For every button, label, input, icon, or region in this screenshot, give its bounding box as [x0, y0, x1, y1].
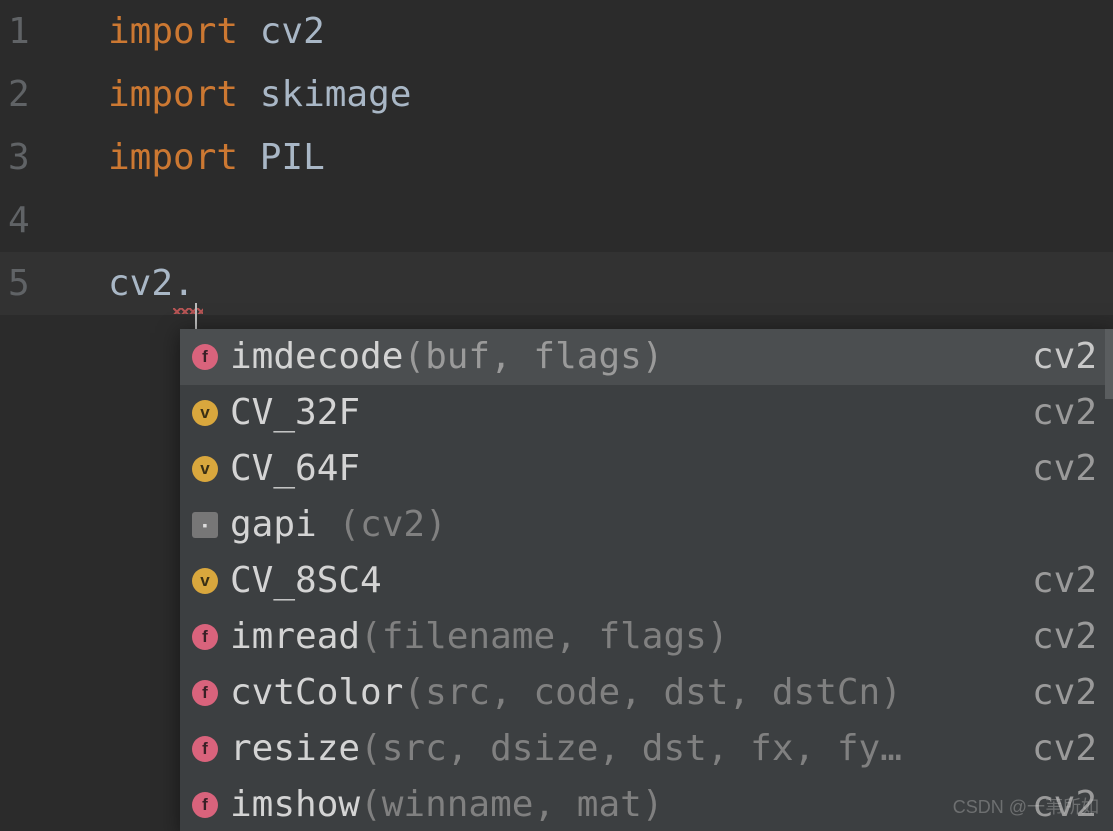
code-line[interactable]: 2 import skimage [0, 63, 1113, 126]
line-number: 5 [0, 252, 60, 315]
autocomplete-item[interactable]: v CV_64F cv2 [180, 441, 1113, 497]
completion-name: CV_32F [230, 385, 360, 441]
completion-name: resize [230, 721, 360, 777]
module-icon: ▪ [192, 512, 218, 538]
completion-origin: cv2 [1032, 441, 1097, 497]
completion-name: imread [230, 609, 360, 665]
autocomplete-popup[interactable]: f imdecode(buf, flags) cv2 v CV_32F cv2 v CV_64… [180, 329, 1113, 831]
code-line[interactable]: 3 import PIL [0, 126, 1113, 189]
completion-params: (src, code, dst, dstCn) [403, 665, 902, 721]
completion-params: (filename, flags) [360, 609, 728, 665]
completion-name: imshow [230, 777, 360, 831]
completion-origin: cv2 [1032, 609, 1097, 665]
var-icon: v [192, 456, 218, 482]
completion-name: CV_8SC4 [230, 553, 382, 609]
autocomplete-item[interactable]: v CV_32F cv2 [180, 385, 1113, 441]
var-icon: v [192, 400, 218, 426]
func-icon: f [192, 792, 218, 818]
completion-origin: cv2 [1032, 553, 1097, 609]
completion-params: (cv2) [317, 497, 447, 553]
autocomplete-item[interactable]: fimread(filename, flags) cv2 [180, 609, 1113, 665]
popup-scrollbar[interactable] [1105, 329, 1113, 399]
var-icon: v [192, 568, 218, 594]
line-number: 1 [0, 0, 60, 63]
error-squiggle: . [173, 263, 195, 304]
line-number: 3 [0, 126, 60, 189]
completion-name: imdecode [230, 329, 403, 385]
completion-origin: cv2 [1032, 385, 1097, 441]
line-number: 2 [0, 63, 60, 126]
completion-params: (buf, flags) [403, 329, 663, 385]
code-content: import cv2 [60, 0, 325, 63]
func-icon: f [192, 680, 218, 706]
completion-name: CV_64F [230, 441, 360, 497]
code-line[interactable]: 1 import cv2 [0, 0, 1113, 63]
line-number: 4 [0, 189, 60, 252]
func-icon: f [192, 344, 218, 370]
completion-params: (src, dsize, dst, fx, fy… [360, 721, 902, 777]
completion-origin: cv2 [1032, 665, 1097, 721]
completion-origin: cv2 [1032, 329, 1097, 385]
autocomplete-item[interactable]: f cvtColor(src, code, dst, dstCn) cv2 [180, 665, 1113, 721]
completion-name: gapi [230, 497, 317, 553]
autocomplete-item[interactable]: v CV_8SC4 cv2 [180, 553, 1113, 609]
watermark-text: CSDN @一苇所如 [953, 793, 1099, 819]
autocomplete-item[interactable]: ▪ gapi (cv2) [180, 497, 1113, 553]
autocomplete-item[interactable]: f imdecode(buf, flags) cv2 [180, 329, 1113, 385]
code-content: import skimage [60, 63, 411, 126]
code-line-active[interactable]: 5 cv2. [0, 252, 1113, 315]
func-icon: f [192, 624, 218, 650]
code-line[interactable]: 4 [0, 189, 1113, 252]
func-icon: f [192, 736, 218, 762]
code-content: cv2. [60, 252, 195, 315]
autocomplete-item[interactable]: fresize(src, dsize, dst, fx, fy… cv2 [180, 721, 1113, 777]
completion-params: (winname, mat) [360, 777, 663, 831]
completion-origin: cv2 [1032, 721, 1097, 777]
completion-name: cvtColor [230, 665, 403, 721]
code-content: import PIL [60, 126, 325, 189]
